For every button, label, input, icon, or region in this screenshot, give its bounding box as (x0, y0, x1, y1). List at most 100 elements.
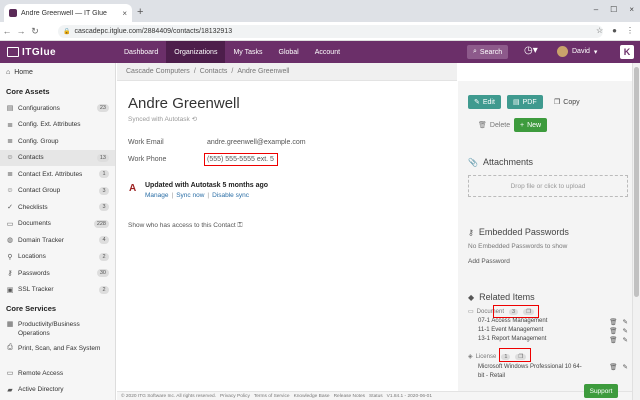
sidebar-item-config-ext-attributes[interactable]: ≣ Config. Ext. Attributes (0, 117, 115, 134)
autotask-links: Manage | Sync now | Disable sync (145, 192, 249, 199)
copy-button[interactable]: ❐ Copy (548, 95, 586, 109)
footer-link-release-notes[interactable]: Release Notes (334, 394, 365, 399)
scrollbar-thumb[interactable] (634, 67, 639, 297)
browser-tab[interactable]: Andre Greenwell — IT Glue × (4, 4, 132, 22)
sidebar-item-passwords[interactable]: ⚷ Passwords 30 (0, 265, 115, 282)
edit-button[interactable]: ✎ Edit (468, 95, 501, 109)
support-button[interactable]: Support (584, 384, 618, 398)
sidebar-item-active-directory[interactable]: ▰ Active Directory (0, 382, 115, 399)
trash-icon[interactable]: 🗑 (609, 336, 617, 344)
url-text: cascadepc.itglue.com/2884409/contacts/18… (74, 28, 233, 35)
sidebar-item-contact-group[interactable]: ☺ Contact Group 3 (0, 183, 115, 200)
related-license-row[interactable]: Microsoft Windows Professional 10 64-bit… (478, 363, 628, 381)
sidebar-item-ssl-tracker[interactable]: ▣ SSL Tracker 2 (0, 282, 115, 299)
sync-now-link[interactable]: Sync now (176, 192, 204, 199)
sidebar-item-remote-access[interactable]: ▭ Remote Access (0, 365, 115, 382)
nav-global[interactable]: Global (271, 41, 307, 63)
related-items-title: Related Items (479, 292, 535, 302)
nav-organizations[interactable]: Organizations (166, 41, 226, 63)
close-window-button[interactable]: × (629, 5, 634, 14)
profile-icon[interactable]: ● (612, 26, 617, 35)
sidebar-item-configurations[interactable]: ▤ Configurations 23 (0, 100, 115, 117)
footer-link-status[interactable]: Status (369, 394, 383, 399)
sidebar-home[interactable]: ⌂ Home (0, 63, 115, 81)
location-icon: ⚲ (7, 253, 13, 261)
footer-link-terms[interactable]: Terms of Service (254, 394, 290, 399)
work-email-value[interactable]: andre.greenwell@example.com (207, 139, 306, 146)
count-badge: 3 (99, 186, 109, 195)
sidebar-item-label: Contact Ext. Attributes (18, 170, 83, 178)
sidebar-item-domain-tracker[interactable]: ◍ Domain Tracker 4 (0, 232, 115, 249)
users-icon: ☺ (6, 187, 14, 195)
itglue-logo[interactable]: ITGlue (0, 47, 116, 58)
sidebar-item-print-scan-fax[interactable]: ⎙ Print, Scan, and Fax System (0, 341, 115, 365)
related-document-row[interactable]: 13-1 Report Management 🗑 ✎ (478, 336, 628, 344)
reload-icon[interactable]: ↻ (28, 26, 42, 37)
sidebar-item-label: Checklists (18, 203, 48, 211)
menu-dots-icon[interactable]: ⋮ (626, 26, 634, 35)
breadcrumb-organization[interactable]: Cascade Computers (126, 68, 190, 75)
copy-label: Copy (563, 98, 580, 106)
footer-link-privacy[interactable]: Privacy Policy (220, 394, 250, 399)
trash-icon[interactable]: 🗑 (609, 363, 617, 371)
address-bar[interactable]: 🔒 cascadepc.itglue.com/2884409/contacts/… (58, 25, 603, 38)
pdf-button[interactable]: ▤ PDF (507, 95, 543, 109)
pencil-icon[interactable]: ✎ (623, 327, 628, 335)
sidebar-item-label: Config. Ext. Attributes (18, 121, 81, 129)
core-services-title: Core Services (6, 304, 57, 313)
footer-link-knowledge-base[interactable]: Knowledge Base (294, 394, 330, 399)
disable-sync-link[interactable]: Disable sync (212, 192, 249, 199)
sidebar-item-config-group[interactable]: ≣ Config. Group (0, 133, 115, 150)
synced-text: Synced with Autotask (128, 116, 190, 123)
desktop-icon: ▭ (6, 370, 14, 378)
sidebar-item-documents[interactable]: ▭ Documents 228 (0, 216, 115, 233)
minimize-button[interactable]: – (594, 5, 598, 14)
sidebar-item-checklists[interactable]: ✓ Checklists 3 (0, 199, 115, 216)
nav-account[interactable]: Account (307, 41, 348, 63)
maximize-button[interactable]: ☐ (610, 5, 617, 14)
nav-my-tasks[interactable]: My Tasks (225, 41, 270, 63)
show-access-link[interactable]: Show who has access to this Contact ⚿ (128, 222, 242, 230)
pencil-icon[interactable]: ✎ (623, 318, 628, 326)
sidebar-item-contact-ext-attributes[interactable]: ≣ Contact Ext. Attributes 1 (0, 166, 115, 183)
related-document-name: 11-1 Event Management (478, 327, 544, 333)
page-title: Andre Greenwell (128, 95, 240, 112)
user-menu[interactable]: David ▾ (557, 46, 597, 57)
breadcrumb-contacts[interactable]: Contacts (200, 68, 228, 75)
trash-icon[interactable]: 🗑 (609, 318, 617, 326)
recent-clock-icon[interactable]: ◷▾ (524, 45, 538, 56)
pencil-icon[interactable]: ✎ (623, 336, 628, 344)
manage-link[interactable]: Manage (145, 192, 169, 199)
sidebar-item-locations[interactable]: ⚲ Locations 2 (0, 249, 115, 266)
star-icon[interactable]: ☆ (596, 26, 603, 35)
new-tab-button[interactable]: + (137, 6, 143, 18)
work-phone-label: Work Phone (128, 156, 167, 163)
breadcrumb: Cascade Computers / Contacts / Andre Gre… (117, 63, 457, 81)
back-arrow-icon[interactable]: ← (0, 26, 14, 36)
tab-close-icon[interactable]: × (122, 9, 127, 18)
sidebar-home-label: Home (14, 68, 33, 76)
delete-button[interactable]: 🗑 Delete (472, 118, 516, 132)
pdf-icon: ▤ (513, 99, 520, 106)
new-label: New (527, 121, 542, 129)
new-button[interactable]: + New (514, 118, 548, 132)
sidebar-item-label: Remote Access (18, 369, 64, 377)
related-document-row[interactable]: 11-1 Event Management 🗑 ✎ (478, 327, 628, 335)
sidebar-item-productivity[interactable]: ▦ Productivity/Business Operations (0, 317, 115, 341)
pencil-icon[interactable]: ✎ (623, 363, 628, 371)
search-label: Search (479, 48, 503, 56)
plus-icon: + (520, 121, 525, 129)
sidebar-item-contacts[interactable]: ☺ Contacts 13 (0, 149, 115, 166)
forward-arrow-icon[interactable]: → (14, 26, 28, 36)
sidebar-item-label: Documents (18, 220, 51, 228)
attachments-title: Attachments (482, 157, 533, 167)
logo-text: ITGlue (22, 46, 57, 58)
search-button[interactable]: ⌕ Search (467, 45, 509, 59)
upload-dropzone[interactable]: Drop file or click to upload (468, 175, 628, 197)
trash-icon[interactable]: 🗑 (609, 327, 617, 335)
nav-dashboard[interactable]: Dashboard (116, 41, 166, 63)
page-scrollbar[interactable] (632, 63, 640, 400)
add-password-link[interactable]: Add Password (468, 258, 510, 265)
related-document-row[interactable]: 07-1 Access Management 🗑 ✎ (478, 318, 628, 326)
kaseya-launcher-button[interactable]: K (620, 45, 634, 59)
